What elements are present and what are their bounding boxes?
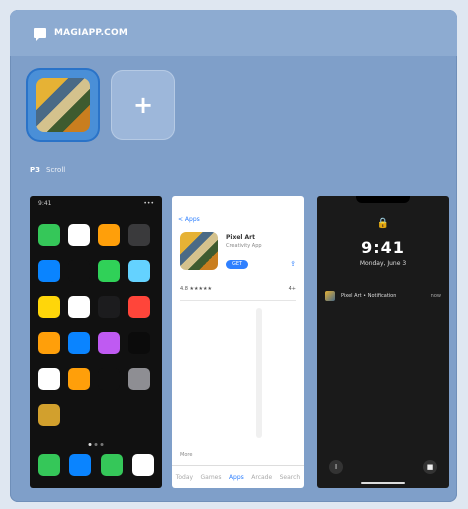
flashlight-icon[interactable]: I <box>329 460 343 474</box>
lock-time: 9:41 <box>361 238 405 257</box>
add-tile-button[interactable]: + <box>111 70 175 140</box>
header-bar: MAGIAPP.COM <box>10 10 457 56</box>
notch <box>356 196 410 203</box>
app-subtitle: Creativity App <box>226 243 262 249</box>
caption-row: P3 Scroll <box>30 166 65 174</box>
divider <box>180 300 296 301</box>
back-link[interactable]: < Apps <box>178 216 200 223</box>
scroll-track[interactable] <box>256 308 262 438</box>
status-bar: 9:41 ••• <box>30 200 162 210</box>
age-rating: 4+ <box>288 286 296 292</box>
calendar-icon[interactable] <box>68 224 90 246</box>
weather-icon[interactable] <box>128 260 150 282</box>
screenshot-lock[interactable]: 🔒 9:41 Monday, June 3 Pixel Art • Notifi… <box>317 196 449 488</box>
books-icon[interactable] <box>38 332 60 354</box>
status-time: 9:41 <box>38 200 52 207</box>
news-icon[interactable] <box>128 296 150 318</box>
phone-icon[interactable] <box>38 454 60 476</box>
brand-text[interactable]: MAGIAPP.COM <box>54 28 128 38</box>
settings-icon[interactable] <box>128 368 150 390</box>
tv-icon[interactable] <box>128 332 150 354</box>
stocks-icon[interactable] <box>98 296 120 318</box>
rating-text: 4.8 ★★★★★ <box>180 286 212 292</box>
page-dot <box>88 443 92 446</box>
custom-app-icon[interactable] <box>38 404 60 426</box>
app-preview-panel: MAGIAPP.COM + P3 Scroll 9:41 ••• < Apps … <box>10 10 457 502</box>
safari-icon[interactable] <box>69 454 92 476</box>
home-icon[interactable] <box>68 368 90 390</box>
app-thumbnail <box>180 232 218 270</box>
tab-apps[interactable]: Apps <box>229 474 244 481</box>
reminders-icon[interactable] <box>68 296 90 318</box>
tab-arcade[interactable]: Arcade <box>251 474 272 481</box>
chat-bubble-icon <box>34 28 46 41</box>
screenshot-appstore[interactable]: < Apps Pixel Art Creativity App GET ⇪ 4.… <box>172 196 304 488</box>
podcasts-icon[interactable] <box>98 332 120 354</box>
camera-icon[interactable]: ■ <box>423 460 437 474</box>
lock-date: Monday, June 3 <box>359 260 407 267</box>
tab-search[interactable]: Search <box>280 474 301 481</box>
caption-strong: P3 <box>30 166 41 174</box>
dock <box>38 454 154 480</box>
more-label: More <box>180 452 193 458</box>
home-indicator <box>361 482 405 484</box>
caption-light: Scroll <box>46 166 66 174</box>
mail-icon[interactable] <box>38 260 60 282</box>
screenshot-home[interactable]: 9:41 ••• <box>30 196 162 488</box>
notification-text: Pixel Art • Notification <box>341 293 397 299</box>
share-icon[interactable]: ⇪ <box>290 260 296 268</box>
app-grid <box>38 224 150 426</box>
clock-icon[interactable] <box>68 260 90 282</box>
wallet-icon[interactable] <box>98 368 120 390</box>
maps-icon[interactable] <box>98 260 120 282</box>
page-dots <box>88 443 104 446</box>
messages-icon[interactable] <box>100 454 123 476</box>
health-icon[interactable] <box>38 368 60 390</box>
tab-bar: Today Games Apps Arcade Search <box>172 465 304 488</box>
camera-icon[interactable] <box>128 224 150 246</box>
screens-row: 9:41 ••• < Apps Pixel Art Creativity App… <box>10 196 457 496</box>
music-icon[interactable] <box>131 454 154 476</box>
notification-app-icon <box>325 291 335 301</box>
get-button[interactable]: GET <box>226 260 248 269</box>
status-icons: ••• <box>143 200 154 207</box>
notes-icon[interactable] <box>38 296 60 318</box>
app-title: Pixel Art <box>226 234 256 241</box>
page-dot <box>100 443 104 446</box>
notification[interactable]: Pixel Art • Notification now <box>325 288 441 304</box>
notification-time: now <box>430 293 441 299</box>
plus-icon: + <box>132 91 154 119</box>
appstore-icon[interactable] <box>68 332 90 354</box>
phone-icon[interactable] <box>38 224 60 246</box>
page-dot <box>94 443 98 446</box>
app-icon-tile[interactable] <box>28 70 98 140</box>
tab-games[interactable]: Games <box>201 474 222 481</box>
lock-bottom-controls: I ■ <box>317 460 449 474</box>
tab-today[interactable]: Today <box>176 474 193 481</box>
photos-icon[interactable] <box>98 224 120 246</box>
lock-icon: 🔒 <box>376 218 390 229</box>
app-artwork <box>36 78 90 132</box>
